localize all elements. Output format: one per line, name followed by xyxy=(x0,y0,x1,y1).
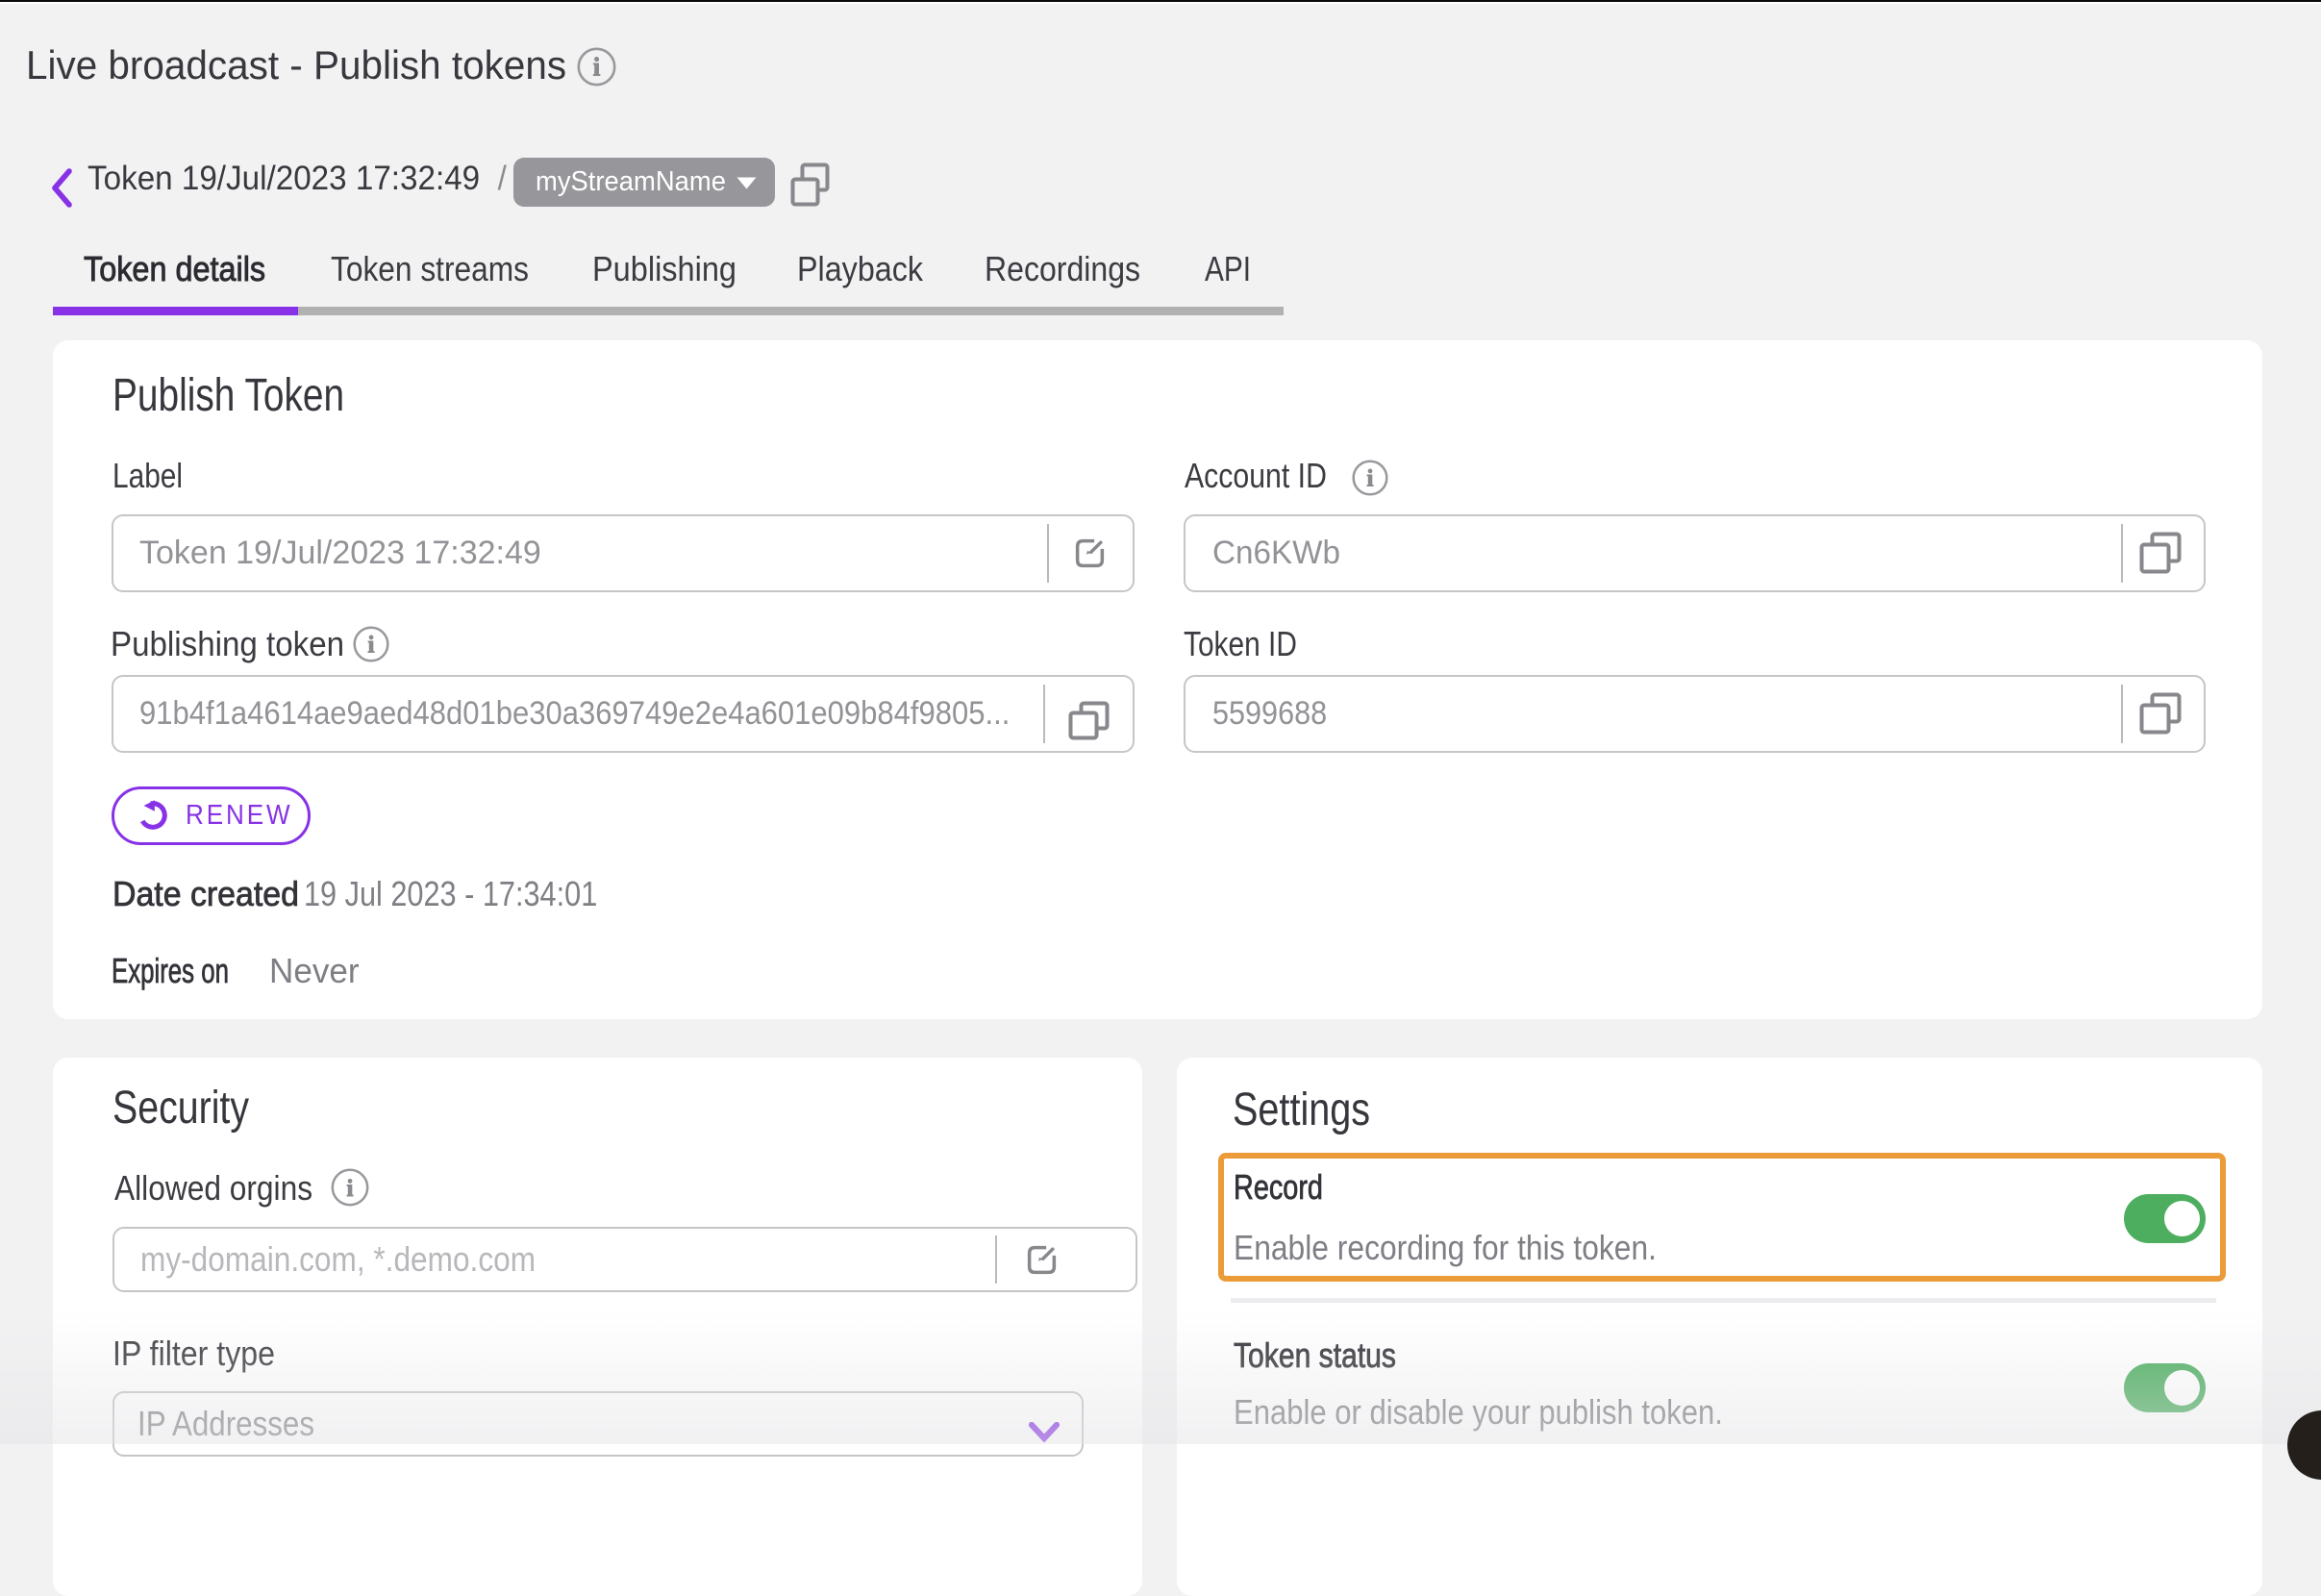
svg-text:i: i xyxy=(1367,466,1374,492)
svg-text:i: i xyxy=(368,633,375,659)
svg-text:i: i xyxy=(347,1176,354,1202)
svg-text:i: i xyxy=(593,53,601,82)
